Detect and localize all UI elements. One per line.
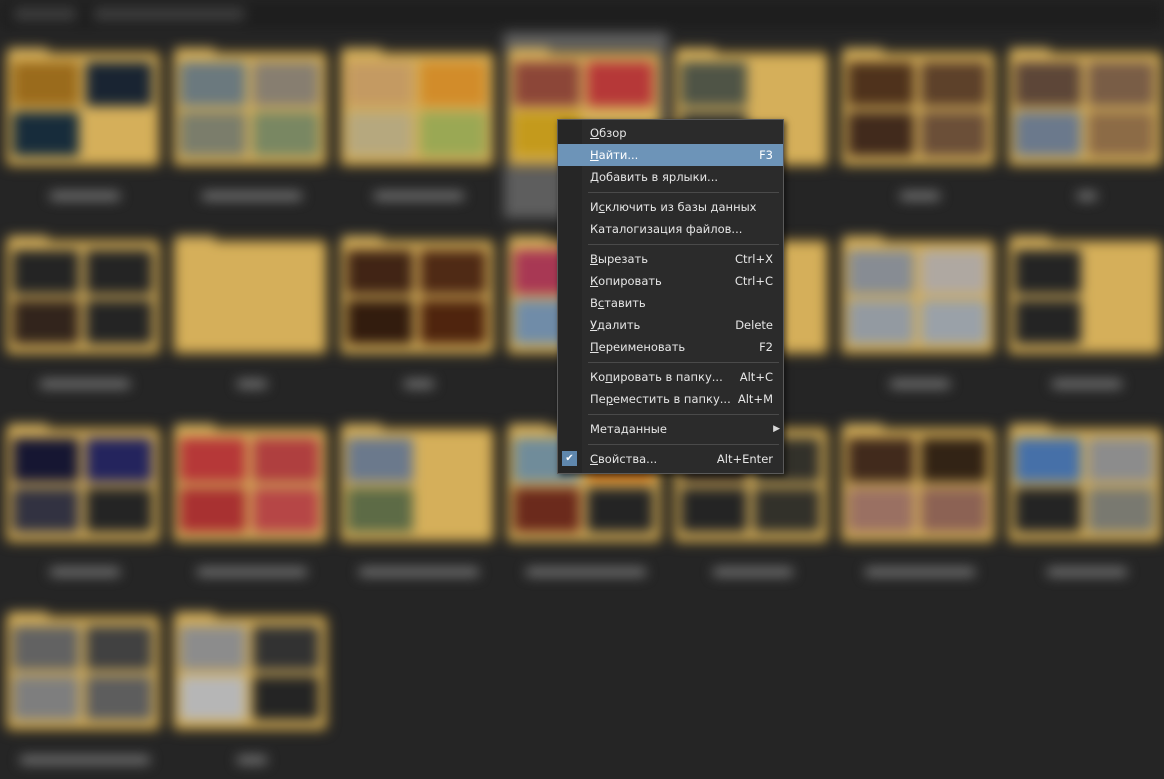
menu-item[interactable]: Копировать в папку... Alt+C (558, 366, 783, 388)
menu-item-shortcut: Alt+C (739, 370, 773, 384)
menu-item[interactable]: Обзор (558, 122, 783, 144)
menu-item-label: Вырезать (590, 252, 648, 266)
menu-item-shortcut: F3 (759, 148, 773, 162)
menu-item[interactable]: Копировать Ctrl+C (558, 270, 783, 292)
menu-separator (588, 362, 779, 363)
menu-item[interactable]: Вырезать Ctrl+X (558, 248, 783, 270)
menu-item-label: Метаданные (590, 422, 667, 436)
menu-separator (588, 414, 779, 415)
menu-item-shortcut: Alt+Enter (716, 452, 773, 466)
menu-item[interactable]: Добавить в ярлыки... (558, 166, 783, 188)
submenu-arrow-icon: ▶ (773, 424, 780, 434)
check-icon: ✔ (562, 451, 577, 466)
context-menu: Обзор Найти... F3 Добавить в ярлыки... Исклю… (557, 119, 784, 474)
menu-item-label: Обзор (590, 126, 627, 140)
menu-item-label: Найти... (590, 148, 639, 162)
menu-item[interactable]: Исключить из базы данных (558, 196, 783, 218)
menu-item-label: Копировать в папку... (590, 370, 723, 384)
menu-item-shortcut: F2 (759, 340, 773, 354)
menu-item-shortcut: Ctrl+C (734, 274, 773, 288)
menu-item-shortcut: Delete (735, 318, 773, 332)
menu-separator (588, 244, 779, 245)
menu-item[interactable]: Переместить в папку... Alt+M (558, 388, 783, 410)
menu-item-shortcut: Alt+M (737, 392, 773, 406)
menu-item[interactable]: Найти... F3 (558, 144, 783, 166)
menu-item-label: Каталогизация файлов... (590, 222, 743, 236)
menu-item[interactable]: Переименовать F2 (558, 336, 783, 358)
menu-item[interactable]: Метаданные ▶ (558, 418, 783, 440)
menu-separator (588, 192, 779, 193)
menu-item-label: Удалить (590, 318, 641, 332)
menu-separator (588, 444, 779, 445)
menu-item-label: Вставить (590, 296, 646, 310)
menu-item-label: Переименовать (590, 340, 686, 354)
menu-item[interactable]: Каталогизация файлов... (558, 218, 783, 240)
menu-item-label: Свойства... (590, 452, 658, 466)
menu-item[interactable]: Удалить Delete (558, 314, 783, 336)
menu-item-label: Исключить из базы данных (590, 200, 757, 214)
menu-item-label: Добавить в ярлыки... (590, 170, 719, 184)
menu-item-label: Копировать (590, 274, 662, 288)
menu-item[interactable]: ✔ Свойства... Alt+Enter (558, 448, 783, 470)
menu-item-label: Переместить в папку... (590, 392, 731, 406)
menu-item-shortcut: Ctrl+X (735, 252, 773, 266)
menu-item[interactable]: Вставить (558, 292, 783, 314)
